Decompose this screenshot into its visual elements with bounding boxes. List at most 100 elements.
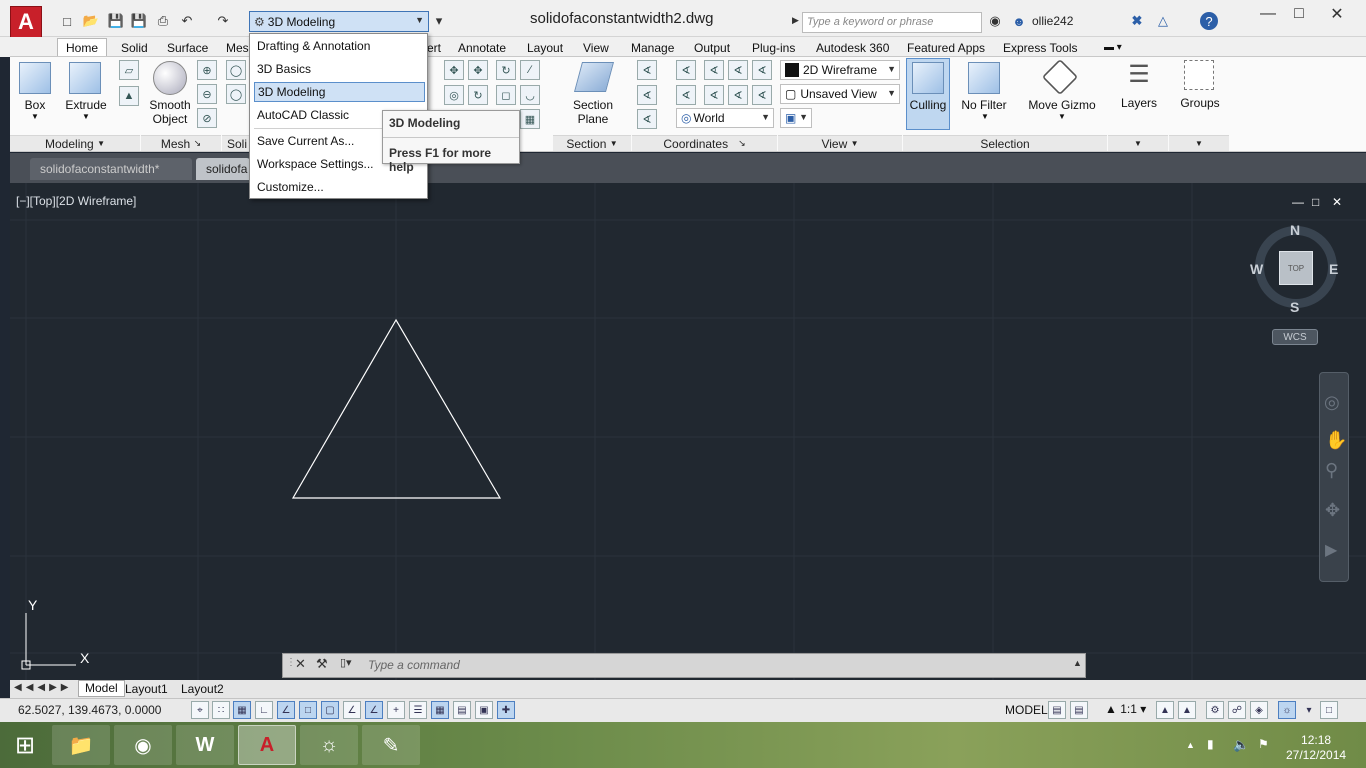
ortho-icon[interactable]: ∟ <box>255 701 273 719</box>
mesh-smooth-less-icon[interactable]: ⊖ <box>197 84 217 104</box>
3d-rotate-icon[interactable]: ↻ <box>496 60 516 80</box>
layout-tab-2[interactable]: Layout2 <box>181 682 224 696</box>
pan-hand-icon[interactable]: ✋ <box>1325 430 1347 451</box>
ucs-x-icon[interactable]: ∢ <box>637 85 657 105</box>
groups-icon[interactable] <box>1184 60 1214 90</box>
word-icon[interactable]: W <box>176 725 234 765</box>
workspace-switcher[interactable]: ⚙ 3D Modeling ▼ <box>249 11 429 32</box>
arc-icon[interactable]: ◡ <box>520 85 540 105</box>
exchange-apps-icon[interactable]: ✖ <box>1128 12 1146 30</box>
redo-icon[interactable]: ↷ <box>214 12 232 30</box>
tab-output[interactable]: Output <box>694 38 730 57</box>
user-icon[interactable]: ☻ <box>1010 12 1028 30</box>
panel-coordinates[interactable]: Coordinates ↘ <box>632 135 777 151</box>
menu-item-3d-modeling[interactable]: 3D Modeling <box>254 82 425 102</box>
tab-plugins[interactable]: Plug-ins <box>752 38 795 57</box>
ucs-object-icon[interactable]: ∢ <box>637 109 657 129</box>
ucs-view-icon[interactable]: ∢ <box>704 85 724 105</box>
section-plane-label[interactable]: Section Plane <box>566 98 620 126</box>
ucs-named-icon[interactable]: ∢ <box>676 60 696 80</box>
save-icon[interactable]: 💾 <box>107 12 125 30</box>
model-space-toggle[interactable]: MODEL <box>1005 703 1048 717</box>
compass-west[interactable]: W <box>1250 261 1263 277</box>
smooth-object-label[interactable]: Smooth Object <box>145 98 195 126</box>
rotate-icon[interactable]: ↻ <box>468 85 488 105</box>
recent-commands-icon[interactable]: ▯▾ <box>340 656 352 669</box>
no-filter-label[interactable]: No Filter <box>956 98 1012 112</box>
chevron-down-icon[interactable]: ▼ <box>82 112 90 121</box>
ucs-select[interactable]: ◎ World ▼ <box>676 108 774 128</box>
help-icon[interactable]: ? <box>1200 12 1218 30</box>
presspull-icon[interactable]: ▱ <box>119 60 139 80</box>
menu-item-drafting-annotation[interactable]: Drafting & Annotation <box>254 36 425 56</box>
status-menu-icon[interactable]: ▾ <box>1300 701 1318 719</box>
user-name[interactable]: ollie242 <box>1032 14 1073 28</box>
stay-connected-icon[interactable]: △ <box>1154 12 1172 30</box>
close-command-line-icon[interactable]: ✕ <box>295 656 306 672</box>
lock-icon[interactable]: ☍ <box>1228 701 1246 719</box>
panel-solid-editing[interactable]: Soli <box>222 135 252 151</box>
document-tab[interactable]: solidofaconstantwidth* <box>30 158 192 180</box>
binoculars-icon[interactable]: ◉ <box>986 12 1004 30</box>
mesh-smooth-more-icon[interactable]: ⊕ <box>197 60 217 80</box>
viewport-controls-label[interactable]: [−][Top][2D Wireframe] <box>16 194 136 208</box>
showmotion-icon[interactable]: ▶ <box>1325 540 1337 560</box>
dyn-icon[interactable]: + <box>387 701 405 719</box>
wrench-icon[interactable]: ⚒ <box>316 656 328 672</box>
tab-annotate[interactable]: Annotate <box>458 38 506 57</box>
tab-home[interactable]: Home <box>57 38 108 57</box>
tab-view[interactable]: View <box>583 38 609 57</box>
ucs-zaxis-icon[interactable]: ∢ <box>752 85 772 105</box>
viewcube-top-face[interactable]: TOP <box>1279 251 1313 285</box>
tab-autodesk-360[interactable]: Autodesk 360 <box>816 38 889 57</box>
compass-south[interactable]: S <box>1290 299 1299 315</box>
open-file-icon[interactable]: 📂 <box>82 12 100 30</box>
array-icon[interactable]: ▦ <box>520 109 540 129</box>
application-menu-button[interactable]: A <box>10 6 42 38</box>
document-tab-active[interactable]: solidofa <box>196 158 250 180</box>
isolate-objects-icon[interactable]: ☼ <box>1278 701 1296 719</box>
new-file-icon[interactable]: □ <box>58 12 76 30</box>
close-window-icon[interactable]: ✕ <box>1325 4 1349 24</box>
search-input[interactable]: Type a keyword or phrase <box>802 12 982 33</box>
save-as-icon[interactable]: 💾 <box>130 12 148 30</box>
panel-mesh[interactable]: Mesh ↘ <box>141 135 221 151</box>
groups-expand[interactable]: ▼ <box>1169 135 1229 151</box>
polar-icon[interactable]: ∠ <box>277 701 295 719</box>
named-view-select[interactable]: ▢ Unsaved View ▼ <box>780 84 900 104</box>
weather-app-icon[interactable]: ☼ <box>300 725 358 765</box>
orbit-icon[interactable]: ✥ <box>1325 500 1340 521</box>
panel-section[interactable]: Section ▼ <box>553 135 631 151</box>
ucs-icon[interactable]: ∢ <box>637 60 657 80</box>
move-gizmo-label[interactable]: Move Gizmo <box>1022 98 1102 112</box>
3d-osnap-icon[interactable]: ▢ <box>321 701 339 719</box>
tab-mesh[interactable]: Mes <box>226 38 249 57</box>
line-icon[interactable]: ∕ <box>520 60 540 80</box>
layers-icon[interactable]: ☰ <box>1124 60 1154 90</box>
system-clock[interactable]: 12:18 27/12/2014 <box>1286 733 1346 763</box>
osnap-icon[interactable]: □ <box>299 701 317 719</box>
snap-icon[interactable]: ∷ <box>212 701 230 719</box>
circle-icon[interactable]: ◎ <box>444 85 464 105</box>
restore-window-icon[interactable]: □ <box>1287 4 1311 24</box>
chevron-down-icon[interactable]: ▼ <box>31 112 39 121</box>
command-input[interactable]: Type a command <box>364 656 1064 675</box>
layout-tab-model[interactable]: Model <box>78 680 125 697</box>
paint-app-icon[interactable]: ✎ <box>362 725 420 765</box>
visual-style-select[interactable]: 2D Wireframe ▼ <box>780 60 900 80</box>
layers-expand[interactable]: ▼ <box>1108 135 1168 151</box>
annotation-visibility-icon[interactable]: ▲ <box>1156 701 1174 719</box>
no-filter-icon[interactable] <box>968 62 1000 94</box>
steering-wheel-icon[interactable]: ◎ <box>1324 392 1340 413</box>
action-center-icon[interactable]: ⚑ <box>1258 737 1269 751</box>
quick-view-layouts-icon[interactable]: ▤ <box>1048 701 1066 719</box>
compass-north[interactable]: N <box>1290 222 1300 238</box>
ribbon-minimize-icon[interactable]: ▬ ▾ <box>1104 38 1122 57</box>
layout-tab-1[interactable]: Layout1 <box>125 682 168 696</box>
panel-selection[interactable]: Selection <box>903 135 1107 151</box>
clean-screen-icon[interactable]: □ <box>1320 701 1338 719</box>
network-icon[interactable]: ▮ <box>1207 737 1214 751</box>
lineweight-icon[interactable]: ☰ <box>409 701 427 719</box>
customize-qat-icon[interactable]: ▾ <box>430 12 448 30</box>
transparency-icon[interactable]: ▦ <box>431 701 449 719</box>
